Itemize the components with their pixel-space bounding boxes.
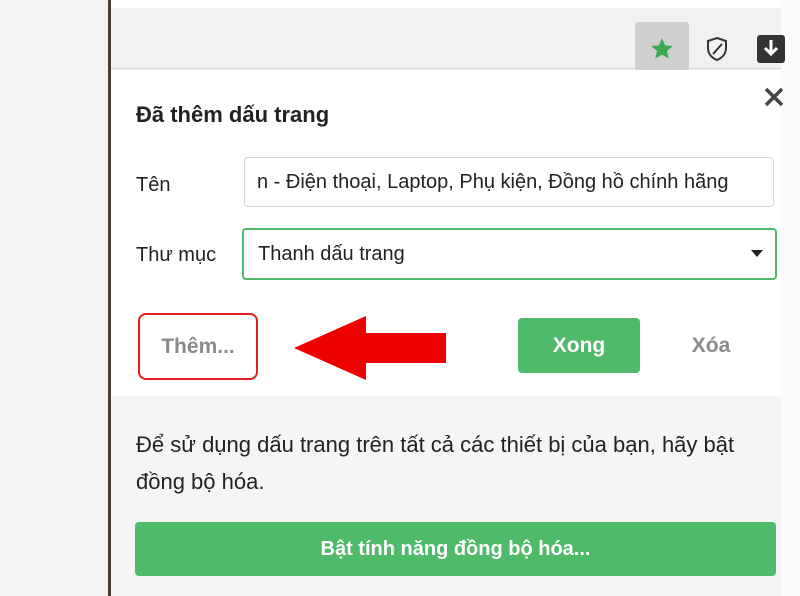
browser-toolbar	[111, 0, 785, 76]
shield-icon	[707, 36, 727, 62]
arrow-left-icon	[294, 316, 446, 380]
folder-label: Thư mục	[136, 244, 217, 266]
folder-select[interactable]: Thanh dấu trang	[242, 228, 777, 280]
download-icon	[757, 35, 785, 63]
bookmark-dialog: Đã thêm dấu trang Tên n - Điện thoại, La…	[111, 70, 784, 596]
download-button[interactable]	[745, 22, 797, 76]
more-button[interactable]: Thêm...	[138, 313, 258, 380]
name-field-value: n - Điện thoại, Laptop, Phụ kiện, Đồng h…	[257, 171, 729, 193]
shield-button[interactable]	[691, 22, 743, 76]
chevron-down-icon	[751, 250, 763, 257]
name-field[interactable]: n - Điện thoại, Laptop, Phụ kiện, Đồng h…	[244, 157, 774, 207]
sync-message: Để sử dụng dấu trang trên tất cả các thi…	[136, 432, 735, 494]
folder-select-value: Thanh dấu trang	[258, 243, 405, 265]
enable-sync-button[interactable]: Bật tính năng đồng bộ hóa...	[135, 522, 776, 576]
close-button[interactable]	[759, 82, 789, 112]
bookmark-star-button[interactable]	[635, 22, 689, 76]
close-icon	[764, 87, 784, 107]
star-icon	[651, 38, 673, 59]
delete-button[interactable]: Xóa	[671, 318, 751, 373]
done-button[interactable]: Xong	[518, 318, 640, 373]
dialog-title: Đã thêm dấu trang	[136, 102, 330, 127]
sync-footer: Để sử dụng dấu trang trên tất cả các thi…	[111, 396, 781, 596]
name-label: Tên	[136, 174, 171, 196]
page-background-left	[0, 0, 108, 596]
